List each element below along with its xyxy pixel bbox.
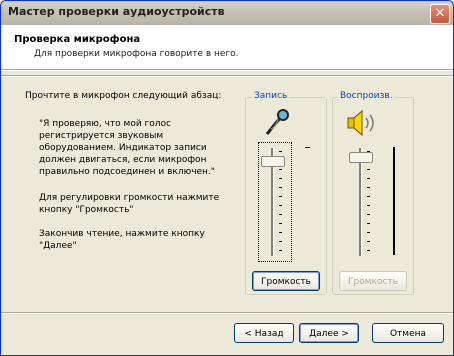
slider-tick bbox=[279, 232, 282, 233]
record-level-meter bbox=[305, 147, 310, 148]
back-button[interactable]: < Назад bbox=[234, 323, 294, 343]
header-divider bbox=[1, 69, 453, 71]
playback-label: Воспроизв. bbox=[338, 91, 395, 101]
window-title: Мастер проверки аудиоустройств bbox=[8, 5, 225, 18]
slider-tick bbox=[367, 250, 370, 251]
slider-tick bbox=[367, 178, 370, 179]
header-divider-2 bbox=[1, 75, 453, 77]
slider-tick bbox=[367, 232, 370, 233]
slider-tick bbox=[279, 250, 282, 251]
record-volume-button[interactable]: Громкость bbox=[252, 271, 320, 291]
slider-tick bbox=[367, 214, 370, 215]
volume-hint-line: кнопку "Громкость" bbox=[39, 205, 134, 215]
close-button[interactable]: ✕ bbox=[430, 4, 450, 24]
audio-wizard-window: Мастер проверки аудиоустройств ✕ Проверк… bbox=[0, 0, 454, 356]
record-label: Запись bbox=[252, 91, 290, 101]
slider-tick bbox=[279, 223, 282, 224]
close-icon: ✕ bbox=[434, 6, 446, 21]
slider-tick bbox=[367, 169, 370, 170]
footer-divider bbox=[1, 312, 453, 314]
playback-level-meter bbox=[393, 147, 395, 255]
volume-hint-line: Для регулировки громкости нажмите bbox=[39, 193, 220, 203]
page-subtitle: Для проверки микрофона говорите в него. bbox=[34, 49, 239, 59]
record-volume-slider[interactable] bbox=[261, 156, 285, 167]
slider-tick bbox=[367, 223, 370, 224]
page-title: Проверка микрофона bbox=[14, 34, 141, 45]
slider-tick bbox=[279, 214, 282, 215]
playback-volume-button[interactable]: Громкость bbox=[339, 271, 407, 291]
playback-volume-slider[interactable] bbox=[349, 152, 373, 163]
microphone-icon bbox=[265, 109, 289, 135]
quote-line: правильно подсоединен и включен." bbox=[39, 167, 215, 177]
wizard-header: Проверка микрофона Для проверки микрофон… bbox=[1, 25, 453, 69]
quote-line: должен двигаться, если микрофон bbox=[39, 155, 207, 165]
finish-line: Закончив чтение, нажмите кнопку bbox=[39, 229, 205, 239]
slider-tick bbox=[279, 178, 282, 179]
slider-tick bbox=[279, 151, 282, 152]
slider-tick bbox=[367, 196, 370, 197]
slider-tick bbox=[367, 205, 370, 206]
slider-tick bbox=[367, 241, 370, 242]
quote-line: оборудованием. Индикатор записи bbox=[39, 143, 207, 153]
slider-tick bbox=[367, 187, 370, 188]
finish-line: "Далее" bbox=[39, 241, 77, 251]
slider-tick bbox=[279, 196, 282, 197]
playback-slider-track[interactable] bbox=[359, 148, 362, 256]
slider-tick bbox=[279, 187, 282, 188]
speaker-icon bbox=[347, 109, 374, 137]
slider-tick bbox=[279, 241, 282, 242]
quote-line: регистрируется звуковым bbox=[39, 131, 164, 141]
slider-tick bbox=[279, 205, 282, 206]
instructions-intro: Прочтите в микрофон следующий абзац: bbox=[25, 91, 222, 101]
title-bar[interactable]: Мастер проверки аудиоустройств ✕ bbox=[1, 1, 453, 25]
next-button[interactable]: Далее > bbox=[299, 323, 359, 343]
slider-tick bbox=[279, 169, 282, 170]
cancel-button[interactable]: Отмена bbox=[372, 323, 444, 343]
quote-line: "Я проверяю, что мой голос bbox=[39, 119, 171, 129]
